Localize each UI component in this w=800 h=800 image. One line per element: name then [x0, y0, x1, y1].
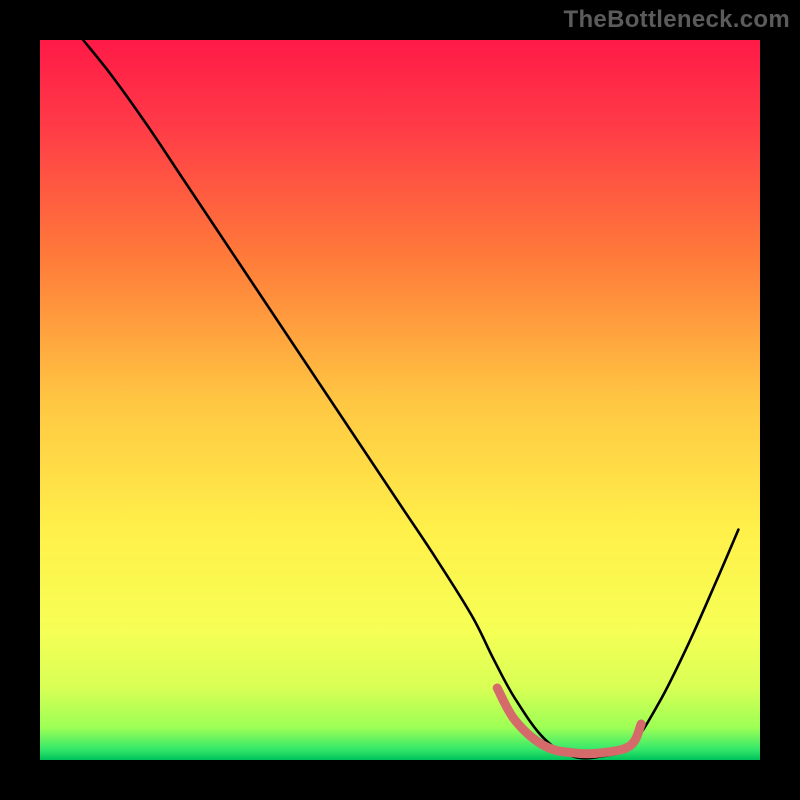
plot-background [40, 40, 760, 760]
bottleneck-chart [0, 0, 800, 800]
chart-frame: TheBottleneck.com [0, 0, 800, 800]
